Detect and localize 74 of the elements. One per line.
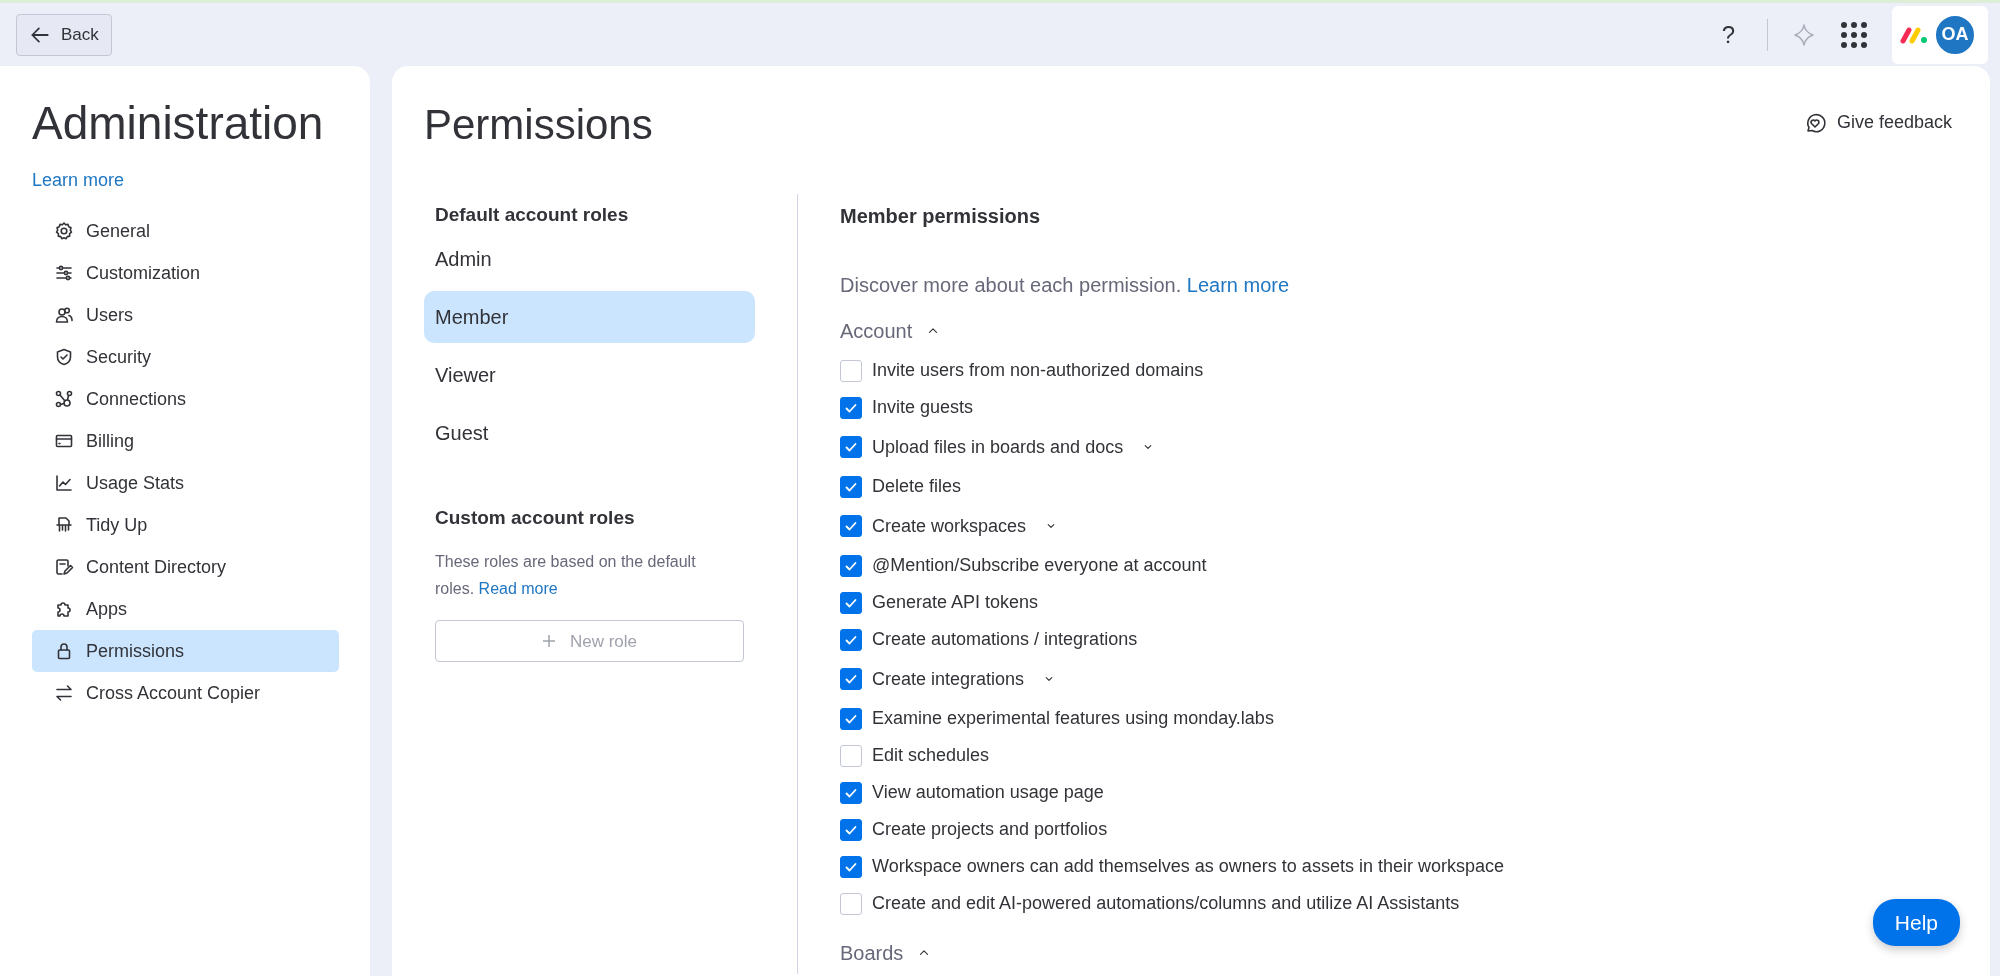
plus-icon xyxy=(541,634,556,649)
page-section-title: Administration xyxy=(32,96,325,151)
role-item[interactable]: Viewer xyxy=(424,349,755,402)
permission-label: @Mention/Subscribe everyone at account xyxy=(872,554,1207,578)
gear-icon xyxy=(54,221,74,242)
checkbox[interactable] xyxy=(840,855,862,878)
sidebar-item[interactable]: Apps xyxy=(32,588,339,631)
permission-label: Invite guests xyxy=(872,396,974,420)
sidebar-item[interactable]: Security xyxy=(32,336,339,379)
sidebar-item[interactable]: Permissions xyxy=(32,630,339,673)
roles-description: These roles are based on the default roles. Read more xyxy=(435,552,697,600)
section-toggle[interactable]: Account xyxy=(840,314,941,349)
permission-label: Create integrations xyxy=(872,667,1025,691)
sidebar-item[interactable]: Content Directory xyxy=(32,546,339,589)
permission-label: Upload files in boards and docs xyxy=(872,435,1124,459)
checkbox[interactable] xyxy=(840,781,862,804)
learn-more-link[interactable]: Learn more xyxy=(32,167,125,195)
checkbox[interactable] xyxy=(840,554,862,577)
permission-label: Invite users from non-authorized domains xyxy=(872,359,1204,383)
sidebar-item[interactable]: Billing xyxy=(32,420,339,463)
sidebar-item[interactable]: Tidy Up xyxy=(32,504,339,547)
checkbox[interactable] xyxy=(840,436,862,459)
role-item[interactable]: Admin xyxy=(424,233,755,286)
puzzle-icon xyxy=(54,599,74,620)
arrows-swap-icon xyxy=(54,683,74,704)
sidebar-item[interactable]: Users xyxy=(32,294,339,337)
learn-more-link[interactable]: Learn more xyxy=(1186,274,1290,297)
apps-grid-icon[interactable] xyxy=(1840,20,1868,49)
sidebar-item[interactable]: Cross Account Copier xyxy=(32,672,339,715)
checkbox[interactable] xyxy=(840,818,862,841)
checkbox[interactable] xyxy=(840,515,862,538)
permission-label: Edit schedules xyxy=(872,744,990,768)
permission-label: Create and edit AI-powered automations/columns and utilize AI Assistants xyxy=(872,892,1460,916)
checkbox[interactable] xyxy=(840,744,862,767)
users-icon xyxy=(54,305,74,326)
role-item[interactable]: Guest xyxy=(424,407,755,460)
logo-icon[interactable] xyxy=(1900,25,1928,44)
section-heading: Custom account roles xyxy=(435,507,636,530)
permission-label: Examine experimental features using monday.labs xyxy=(872,707,1274,731)
sidebar-item[interactable]: Usage Stats xyxy=(32,462,339,505)
sidebar-item[interactable]: Customization xyxy=(32,252,339,295)
help-button[interactable]: Help xyxy=(1872,898,1960,946)
connections-icon xyxy=(54,389,74,410)
document-pen-icon xyxy=(54,557,74,578)
permissions-intro: Discover more about each permission. Learn more xyxy=(840,273,1291,299)
section-heading: Default account roles xyxy=(435,204,630,228)
back-button[interactable]: Back xyxy=(16,13,112,56)
permission-label: Delete files xyxy=(872,475,962,499)
sidebar-item[interactable]: Connections xyxy=(32,378,339,421)
checkbox[interactable] xyxy=(840,396,862,419)
permission-label: Create automations / integrations xyxy=(872,628,1138,652)
give-feedback-button[interactable]: Give feedback xyxy=(1796,108,1958,137)
checkbox[interactable] xyxy=(840,892,862,915)
checkbox[interactable] xyxy=(840,359,862,382)
checkbox[interactable] xyxy=(840,668,862,691)
section-heading: Member permissions xyxy=(840,204,1042,229)
chart-line-icon xyxy=(54,473,74,494)
checkbox[interactable] xyxy=(840,707,862,730)
sidebar-item[interactable]: General xyxy=(32,210,339,253)
permission-label: View automation usage page xyxy=(872,781,1104,805)
shield-icon xyxy=(54,347,74,368)
help-button[interactable]: ? xyxy=(1713,16,1743,53)
section-toggle[interactable]: Boards xyxy=(840,936,932,971)
permission-label: Generate API tokens xyxy=(872,591,1039,615)
read-more-link[interactable]: Read more xyxy=(478,580,558,598)
checkbox[interactable] xyxy=(840,475,862,498)
permission-label: Workspace owners can add themselves as owners to assets in their workspace xyxy=(872,855,1504,879)
permission-label: Create projects and portfolios xyxy=(872,818,1108,842)
user-avatar[interactable]: OA xyxy=(1934,13,1976,56)
checkbox[interactable] xyxy=(840,628,862,651)
role-item[interactable]: Member xyxy=(424,291,755,344)
permission-label: Create workspaces xyxy=(872,514,1027,538)
page-title: Permissions xyxy=(424,100,653,150)
checkbox[interactable] xyxy=(840,591,862,614)
